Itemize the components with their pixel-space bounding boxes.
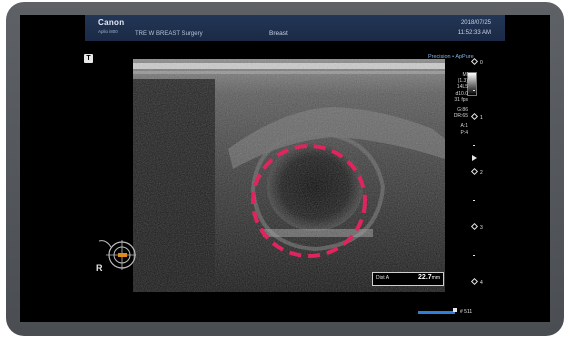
brand-logo: Canon [98, 18, 125, 27]
mode-separator: • [452, 54, 455, 60]
apure-label: ApPure [455, 54, 474, 60]
ultrasound-image [133, 59, 445, 292]
model-label: Aplio i800 [98, 29, 118, 34]
scale-tick: 2 [470, 167, 483, 176]
date-label: 2018/07/25 [460, 20, 491, 26]
noise-overlay [133, 59, 445, 292]
imaging-params: MI (1.3) 14L5 d10.0 31 fps G:86 DR:65 A:… [444, 72, 468, 136]
exam-label: Breast [269, 30, 288, 37]
cine-marker-icon[interactable] [453, 308, 457, 312]
measure-label: Dist A [376, 275, 390, 281]
mode-labels: Precision • ApPure [428, 54, 474, 60]
patient-label: TRE W BREAST Surgery [135, 31, 203, 37]
orientation-r-label: R [96, 263, 103, 273]
header-bar: Canon Aplio i800 TRE W BREAST Surgery Br… [85, 15, 505, 41]
scale-tick [472, 252, 475, 258]
depth-scale: 0 1 2 3 4 [470, 57, 486, 299]
scale-tick: 3 [470, 222, 483, 231]
cine-frame-bar[interactable] [418, 311, 455, 314]
scale-tick [472, 87, 475, 93]
measurement-box: Dist A 22.7mm [372, 272, 444, 286]
scale-tick [472, 142, 475, 148]
focus-marker-icon[interactable] [472, 155, 477, 161]
scale-tick: 1 [470, 112, 483, 121]
measure-value: 22.7mm [418, 274, 440, 281]
scale-tick [472, 197, 475, 203]
time-label: 11:52:33 AM [457, 30, 491, 36]
ultrasound-screen: Canon Aplio i800 TRE W BREAST Surgery Br… [20, 15, 550, 322]
frame-number: # 511 [460, 309, 473, 315]
scale-tick: 0 [470, 57, 483, 66]
transducer-t-icon[interactable]: T [84, 54, 93, 63]
p-label: P:4 [460, 129, 468, 136]
scale-tick: 4 [470, 277, 483, 286]
precision-label: Precision [428, 54, 451, 60]
